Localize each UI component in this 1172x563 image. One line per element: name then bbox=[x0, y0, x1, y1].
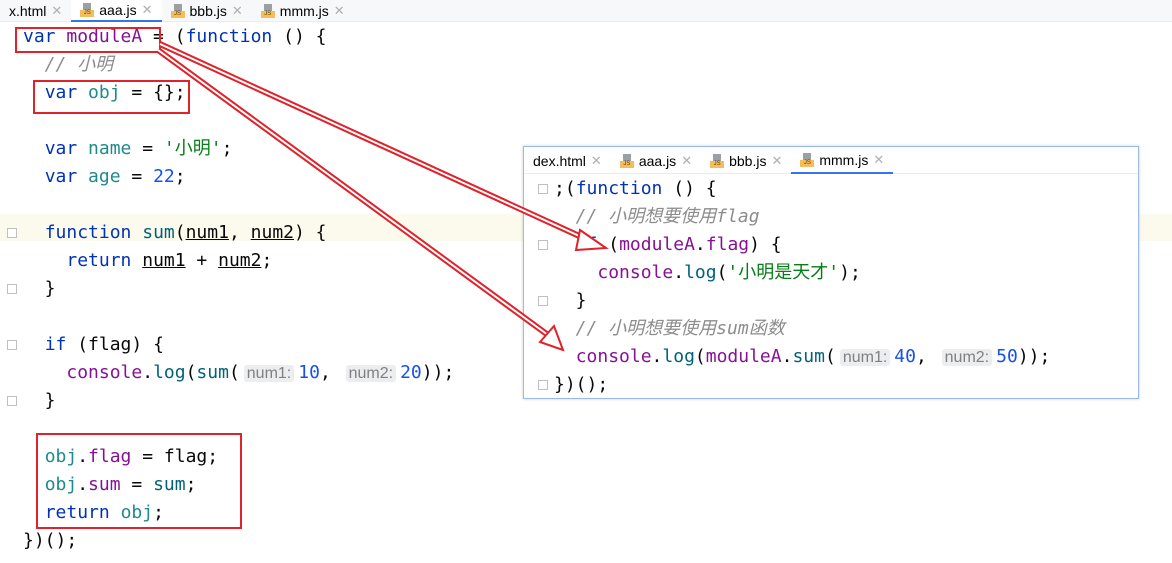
arrow-to-flag bbox=[158, 41, 609, 252]
annotation-arrows bbox=[156, 41, 609, 352]
